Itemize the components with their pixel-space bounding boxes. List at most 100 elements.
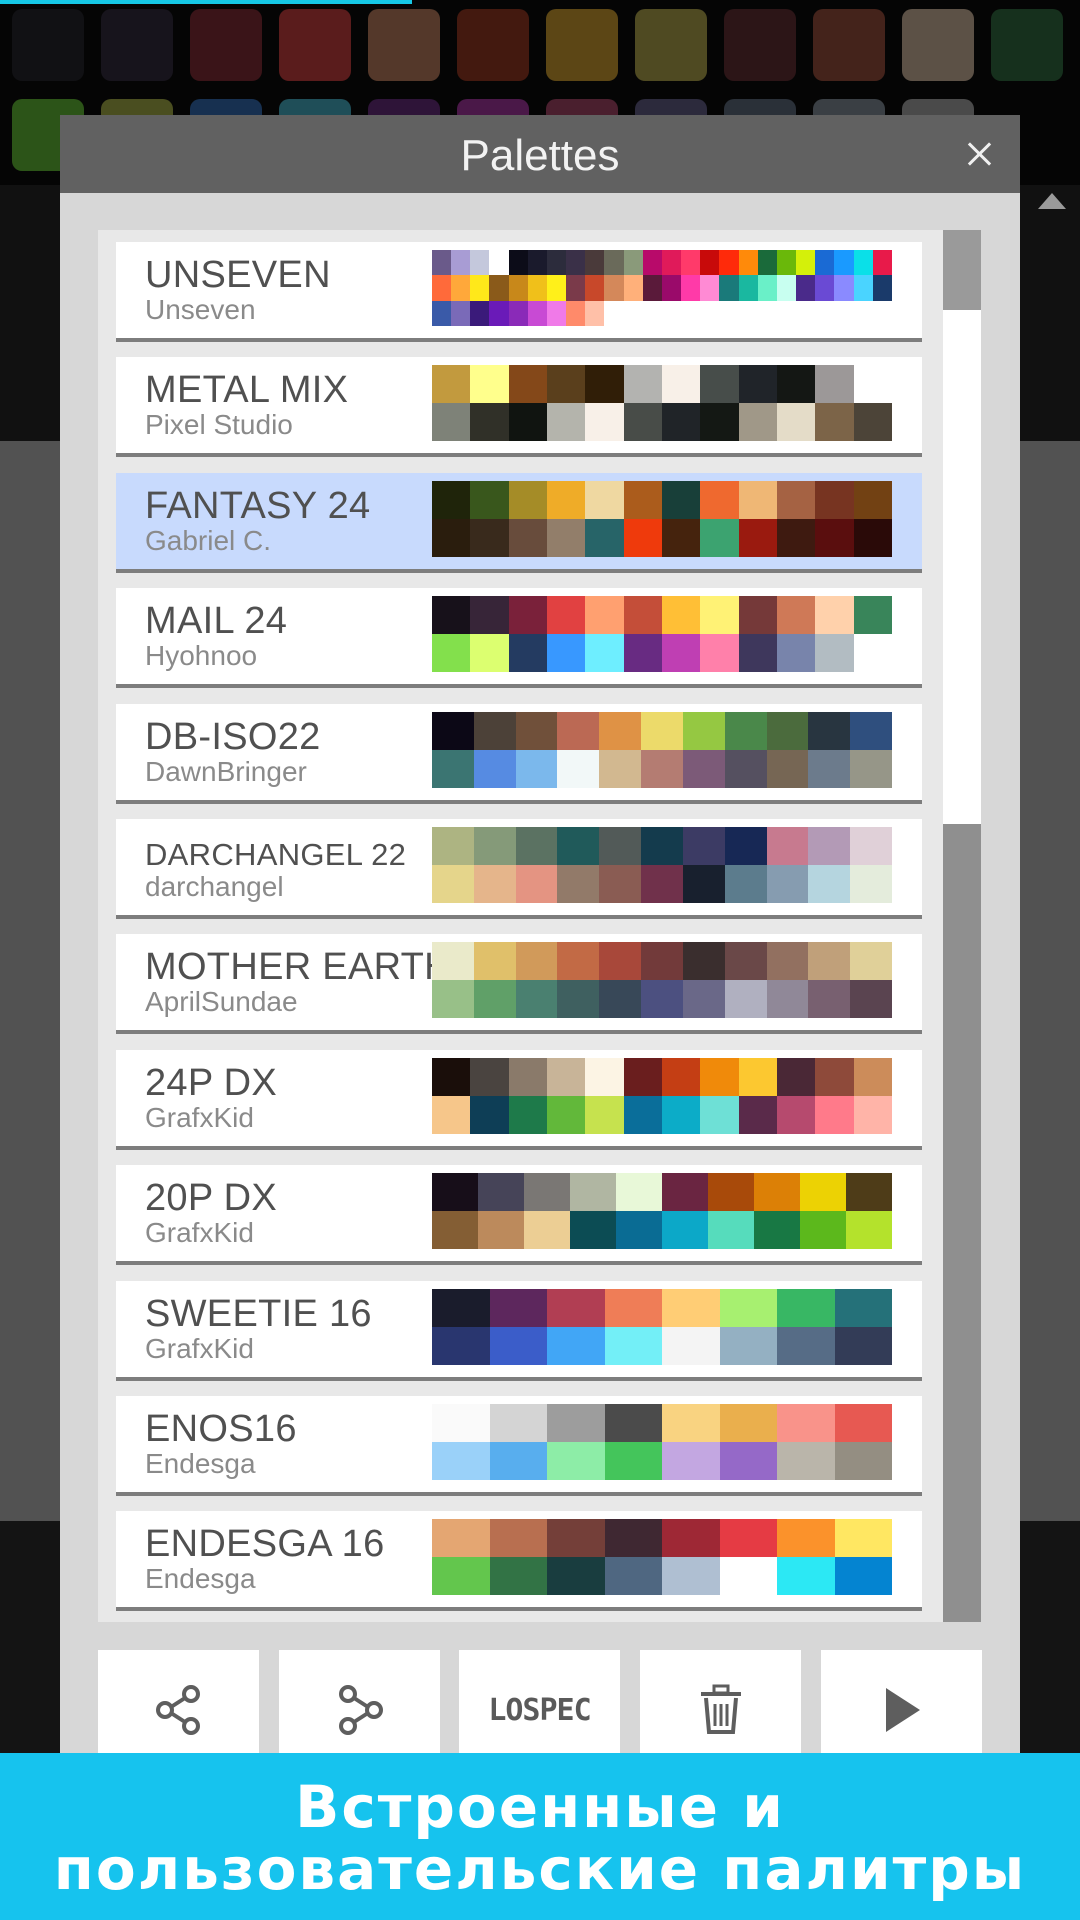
import-palette-button[interactable]	[279, 1650, 440, 1770]
color-swatch	[557, 827, 600, 865]
background-swatch	[190, 9, 262, 81]
color-swatch	[473, 827, 516, 865]
color-swatch	[508, 275, 528, 301]
loading-progress-bar	[0, 0, 412, 4]
palette-list-item[interactable]: ENDESGA 16 Endesga	[116, 1511, 922, 1612]
color-swatch	[432, 1557, 490, 1596]
color-swatch	[599, 865, 642, 903]
color-swatch	[815, 596, 854, 635]
color-swatch	[432, 1095, 471, 1134]
color-swatch	[834, 275, 854, 301]
color-swatch	[682, 942, 725, 981]
color-swatch	[546, 403, 586, 442]
color-swatch	[604, 1442, 662, 1480]
color-swatch	[508, 1095, 547, 1134]
color-swatch	[546, 365, 586, 404]
color-swatch	[515, 711, 558, 750]
color-swatch	[682, 827, 725, 865]
color-swatch	[623, 518, 662, 557]
color-swatch	[815, 480, 854, 519]
color-swatch	[641, 865, 683, 903]
scrollbar[interactable]	[943, 230, 981, 1622]
color-swatch	[700, 596, 739, 635]
color-swatch	[489, 300, 509, 326]
color-swatch	[850, 980, 892, 1019]
color-swatch	[661, 365, 701, 404]
background-swatch	[546, 9, 618, 81]
color-swatch	[661, 250, 682, 276]
color-swatch	[623, 250, 643, 276]
palette-author: AprilSundae	[145, 986, 298, 1018]
scrollbar-thumb[interactable]	[943, 230, 981, 310]
palette-list-item[interactable]: DB-ISO22 DawnBringer	[116, 703, 922, 804]
palette-swatches	[432, 1057, 892, 1134]
color-swatch	[708, 1211, 754, 1250]
delete-palette-button[interactable]	[640, 1650, 801, 1770]
color-swatch	[850, 827, 892, 865]
color-swatch	[432, 1057, 471, 1096]
color-swatch	[432, 1211, 478, 1250]
color-swatch	[547, 1404, 605, 1442]
color-swatch	[682, 711, 725, 750]
color-swatch	[796, 250, 816, 276]
palette-list-item[interactable]: SWEETIE 16 GrafxKid	[116, 1280, 922, 1381]
palette-list-item[interactable]: ENOS16 Endesga	[116, 1396, 922, 1496]
color-swatch	[557, 942, 600, 981]
palette-name: MOTHER EARTH	[145, 946, 452, 989]
palette-swatches	[432, 480, 892, 557]
color-swatch	[566, 250, 586, 276]
color-swatch	[700, 518, 739, 557]
color-swatch	[738, 480, 777, 519]
palette-list-item[interactable]: MOTHER EARTH AprilSundae	[116, 934, 922, 1035]
expand-up-icon[interactable]	[1038, 193, 1066, 209]
color-swatch	[766, 827, 809, 865]
color-swatch	[834, 250, 854, 276]
share-palette-button[interactable]	[98, 1650, 259, 1770]
color-swatch	[719, 1442, 777, 1480]
palette-list-item[interactable]: 24P DX GrafxKid	[116, 1049, 922, 1150]
background-swatch	[902, 9, 974, 81]
close-icon[interactable]	[954, 129, 1004, 179]
color-swatch	[754, 1211, 800, 1250]
color-swatch	[681, 250, 701, 276]
color-swatch	[853, 1095, 892, 1134]
color-swatch	[641, 749, 683, 788]
color-swatch	[508, 250, 528, 276]
color-swatch	[815, 365, 854, 404]
apply-palette-button[interactable]	[821, 1650, 982, 1770]
color-swatch	[834, 1557, 892, 1596]
color-swatch	[738, 518, 777, 557]
color-swatch	[470, 480, 509, 519]
color-swatch	[738, 634, 777, 673]
color-swatch	[757, 275, 777, 301]
color-swatch	[585, 250, 605, 276]
palette-list-item[interactable]: MAIL 24 Hyohnoo	[116, 588, 922, 689]
color-swatch	[834, 1442, 892, 1480]
color-swatch	[508, 1057, 547, 1096]
lospec-button[interactable]: LOSPEC	[459, 1650, 620, 1770]
color-swatch	[777, 1404, 835, 1442]
color-swatch	[489, 1519, 547, 1558]
palette-list-item[interactable]: UNSEVEN Unseven	[116, 242, 922, 342]
color-swatch	[766, 942, 809, 981]
palette-list-item[interactable]: 20P DX GrafxKid	[116, 1165, 922, 1266]
color-swatch	[719, 1288, 777, 1327]
palette-swatches	[432, 711, 892, 788]
palette-swatches	[432, 942, 892, 1019]
color-swatch	[681, 275, 701, 301]
color-swatch	[872, 250, 892, 276]
palette-list-item[interactable]: METAL MIX Pixel Studio	[116, 357, 922, 458]
color-swatch	[724, 980, 767, 1019]
color-swatch	[604, 1288, 662, 1327]
color-swatch	[853, 480, 892, 519]
color-swatch	[585, 634, 624, 673]
color-swatch	[508, 365, 547, 404]
color-swatch	[546, 275, 567, 301]
color-swatch	[470, 365, 509, 404]
palette-author: Gabriel C.	[145, 524, 272, 556]
palette-list-item[interactable]: FANTASY 24 Gabriel C.	[116, 472, 922, 573]
color-swatch	[585, 518, 624, 557]
palette-list-item[interactable]: DARCHANGEL 22 darchangel	[116, 819, 922, 919]
color-swatch	[641, 980, 683, 1019]
color-swatch	[432, 250, 452, 276]
